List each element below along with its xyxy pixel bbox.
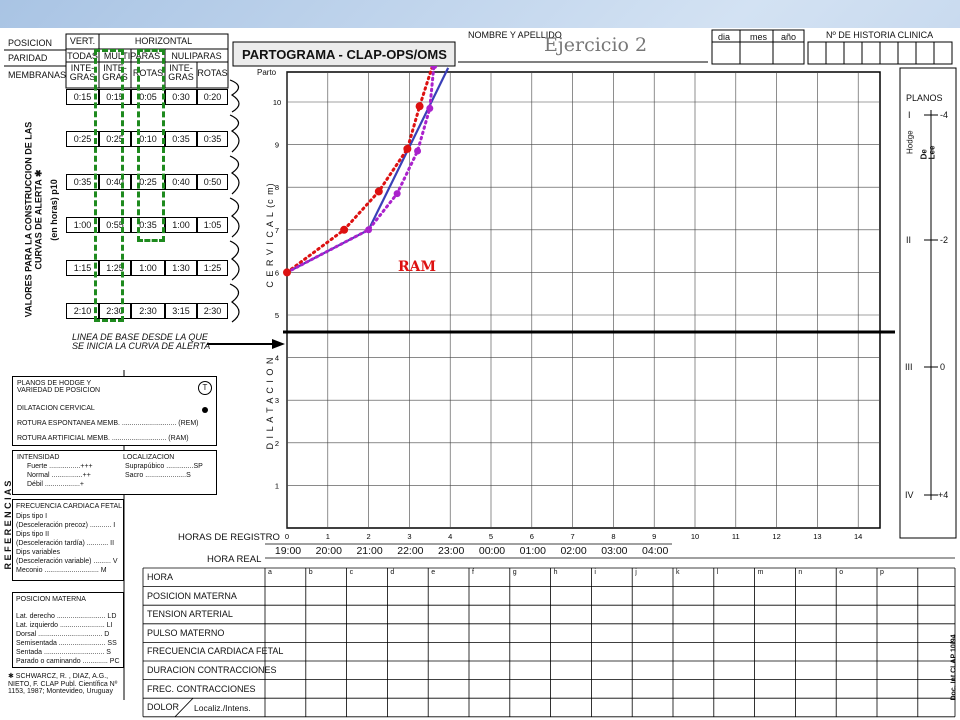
bottom-row-label: DOLOR (147, 702, 180, 713)
dolor-sub-label: Localiz./Intens. (194, 703, 251, 714)
column-letter: j (635, 569, 637, 576)
column-letter: k (676, 569, 680, 576)
column-letter: n (798, 569, 803, 576)
column-letter: h (553, 569, 558, 576)
bottom-row-label: FRECUENCIA CARDIACA FETAL (147, 646, 284, 657)
column-letter: a (268, 569, 272, 576)
bottom-row-label: POSICION MATERNA (147, 590, 237, 601)
column-letter: l (716, 569, 719, 576)
column-letter: o (839, 569, 844, 576)
column-letter: p (880, 569, 884, 576)
bottom-row-label: TENSION ARTERIAL (147, 609, 233, 620)
bottom-row-label: DURACION CONTRACCIONES (147, 665, 277, 675)
column-letter: m (757, 569, 764, 576)
column-letter: i (594, 569, 596, 576)
bottom-table-grid (142, 543, 956, 718)
column-letter: g (512, 569, 517, 576)
bottom-row-label: HORA (147, 572, 174, 582)
bottom-row-label: FREC. CONTRACCIONES (147, 683, 256, 694)
column-letter: b (308, 569, 313, 576)
column-letter: e (431, 569, 436, 576)
column-letter: c (349, 569, 354, 576)
column-letter: f (472, 569, 474, 576)
bottom-row-label: PULSO MATERNO (147, 627, 225, 638)
column-letter: d (390, 569, 395, 576)
